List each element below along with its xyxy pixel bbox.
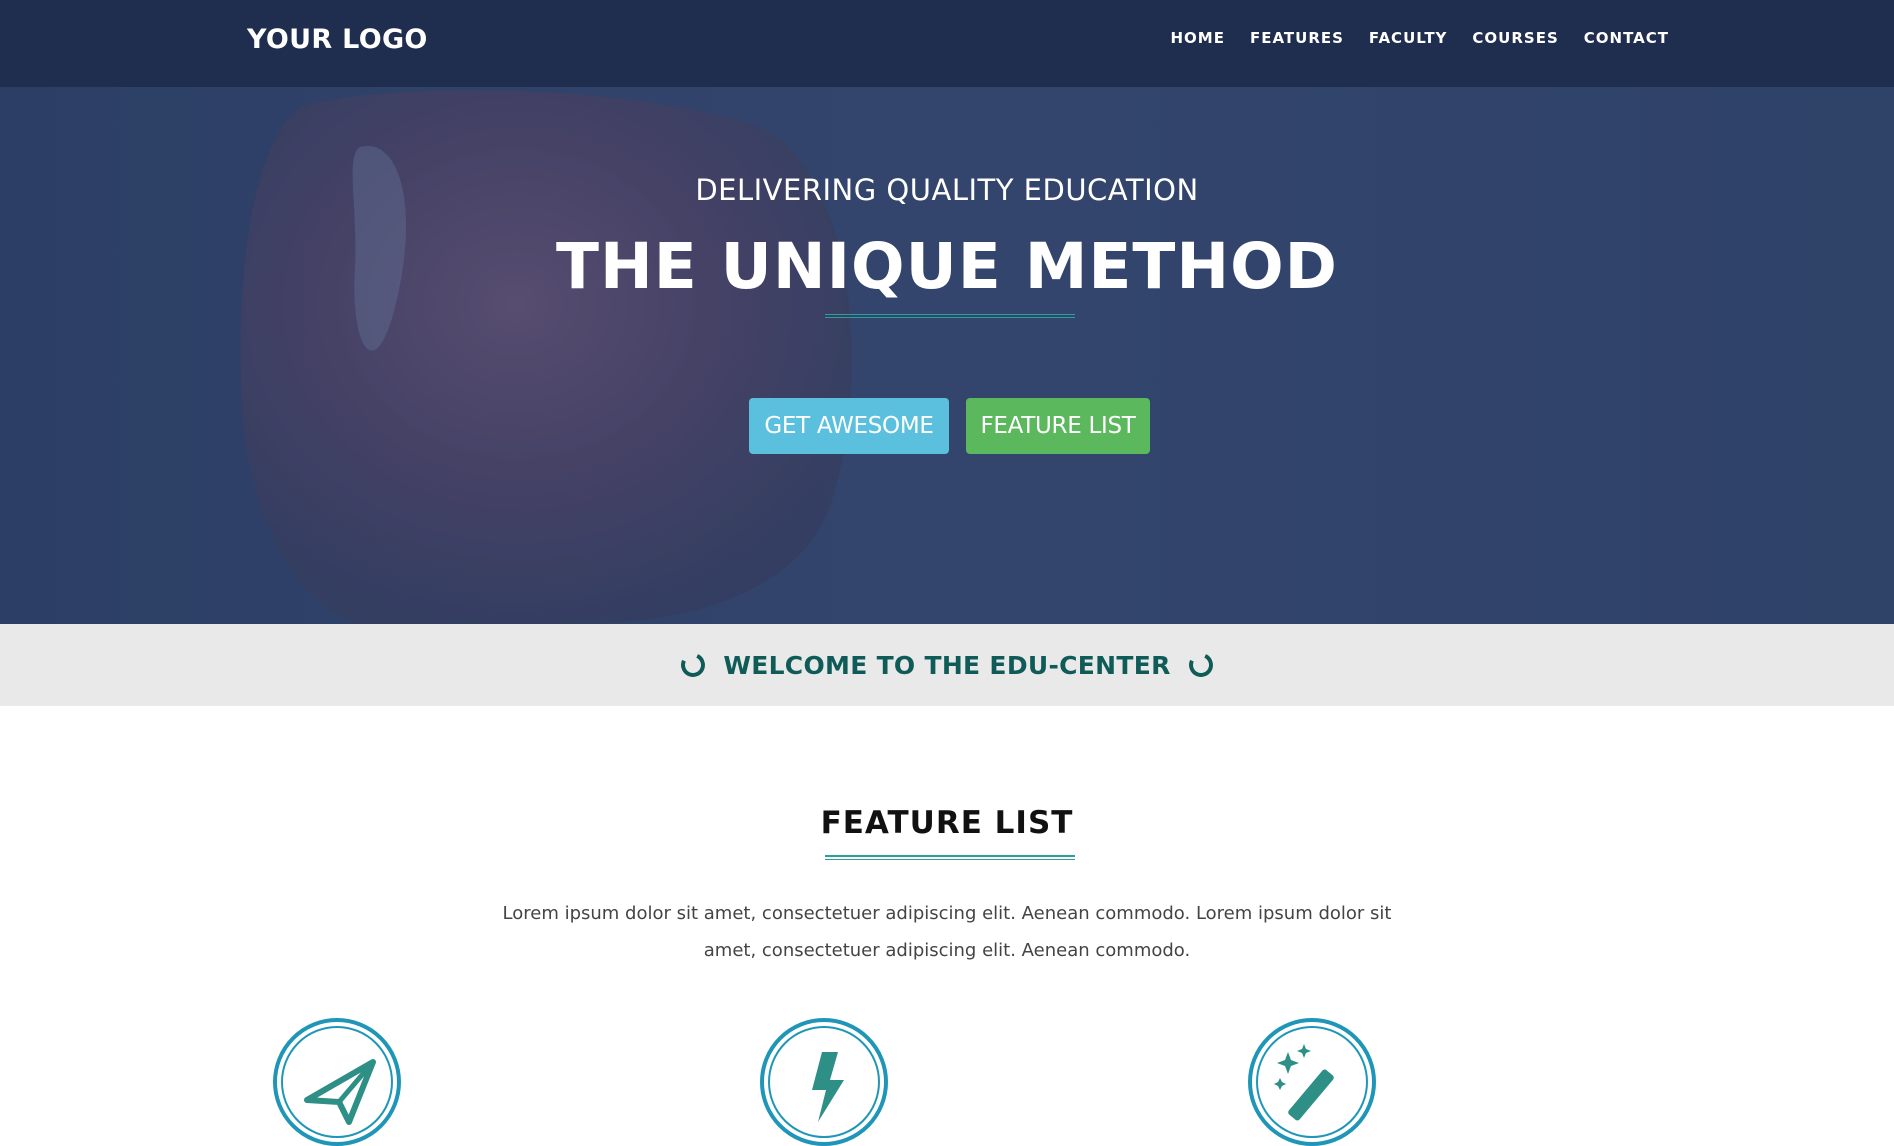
site-logo[interactable]: YOUR LOGO <box>247 24 428 55</box>
get-awesome-button[interactable]: GET AWESOME <box>749 398 949 454</box>
feature-list-button[interactable]: FEATURE LIST <box>966 398 1150 454</box>
hero-section: DELIVERING QUALITY EDUCATION THE UNIQUE … <box>0 87 1894 624</box>
nav-item-home[interactable]: HOME <box>1170 29 1224 47</box>
circle-notch-icon <box>677 649 709 681</box>
welcome-text: WELCOME TO THE EDU-CENTER <box>723 650 1171 680</box>
nav-item-features[interactable]: FEATURES <box>1250 29 1344 47</box>
main-nav: HOME FEATURES FACULTY COURSES CONTACT <box>1170 29 1669 47</box>
features-title: FEATURE LIST <box>820 805 1074 841</box>
navbar: YOUR LOGO HOME FEATURES FACULTY COURSES … <box>0 0 1894 87</box>
hero-subtitle: DELIVERING QUALITY EDUCATION <box>695 173 1199 207</box>
nav-item-faculty[interactable]: FACULTY <box>1369 29 1448 47</box>
hero-title: THE UNIQUE METHOD <box>556 230 1338 303</box>
hero-title-underline <box>825 314 1075 318</box>
lightning-icon <box>760 1018 888 1146</box>
features-title-underline <box>825 855 1075 860</box>
hero-overlay <box>0 87 1894 624</box>
nav-item-courses[interactable]: COURSES <box>1472 29 1558 47</box>
welcome-bar: WELCOME TO THE EDU-CENTER <box>0 624 1894 706</box>
features-description: Lorem ipsum dolor sit amet, consectetuer… <box>502 903 1392 961</box>
circle-notch-icon <box>1185 649 1217 681</box>
paper-plane-icon <box>273 1018 401 1146</box>
nav-item-contact[interactable]: CONTACT <box>1584 29 1669 47</box>
magic-wand-icon <box>1248 1018 1376 1146</box>
